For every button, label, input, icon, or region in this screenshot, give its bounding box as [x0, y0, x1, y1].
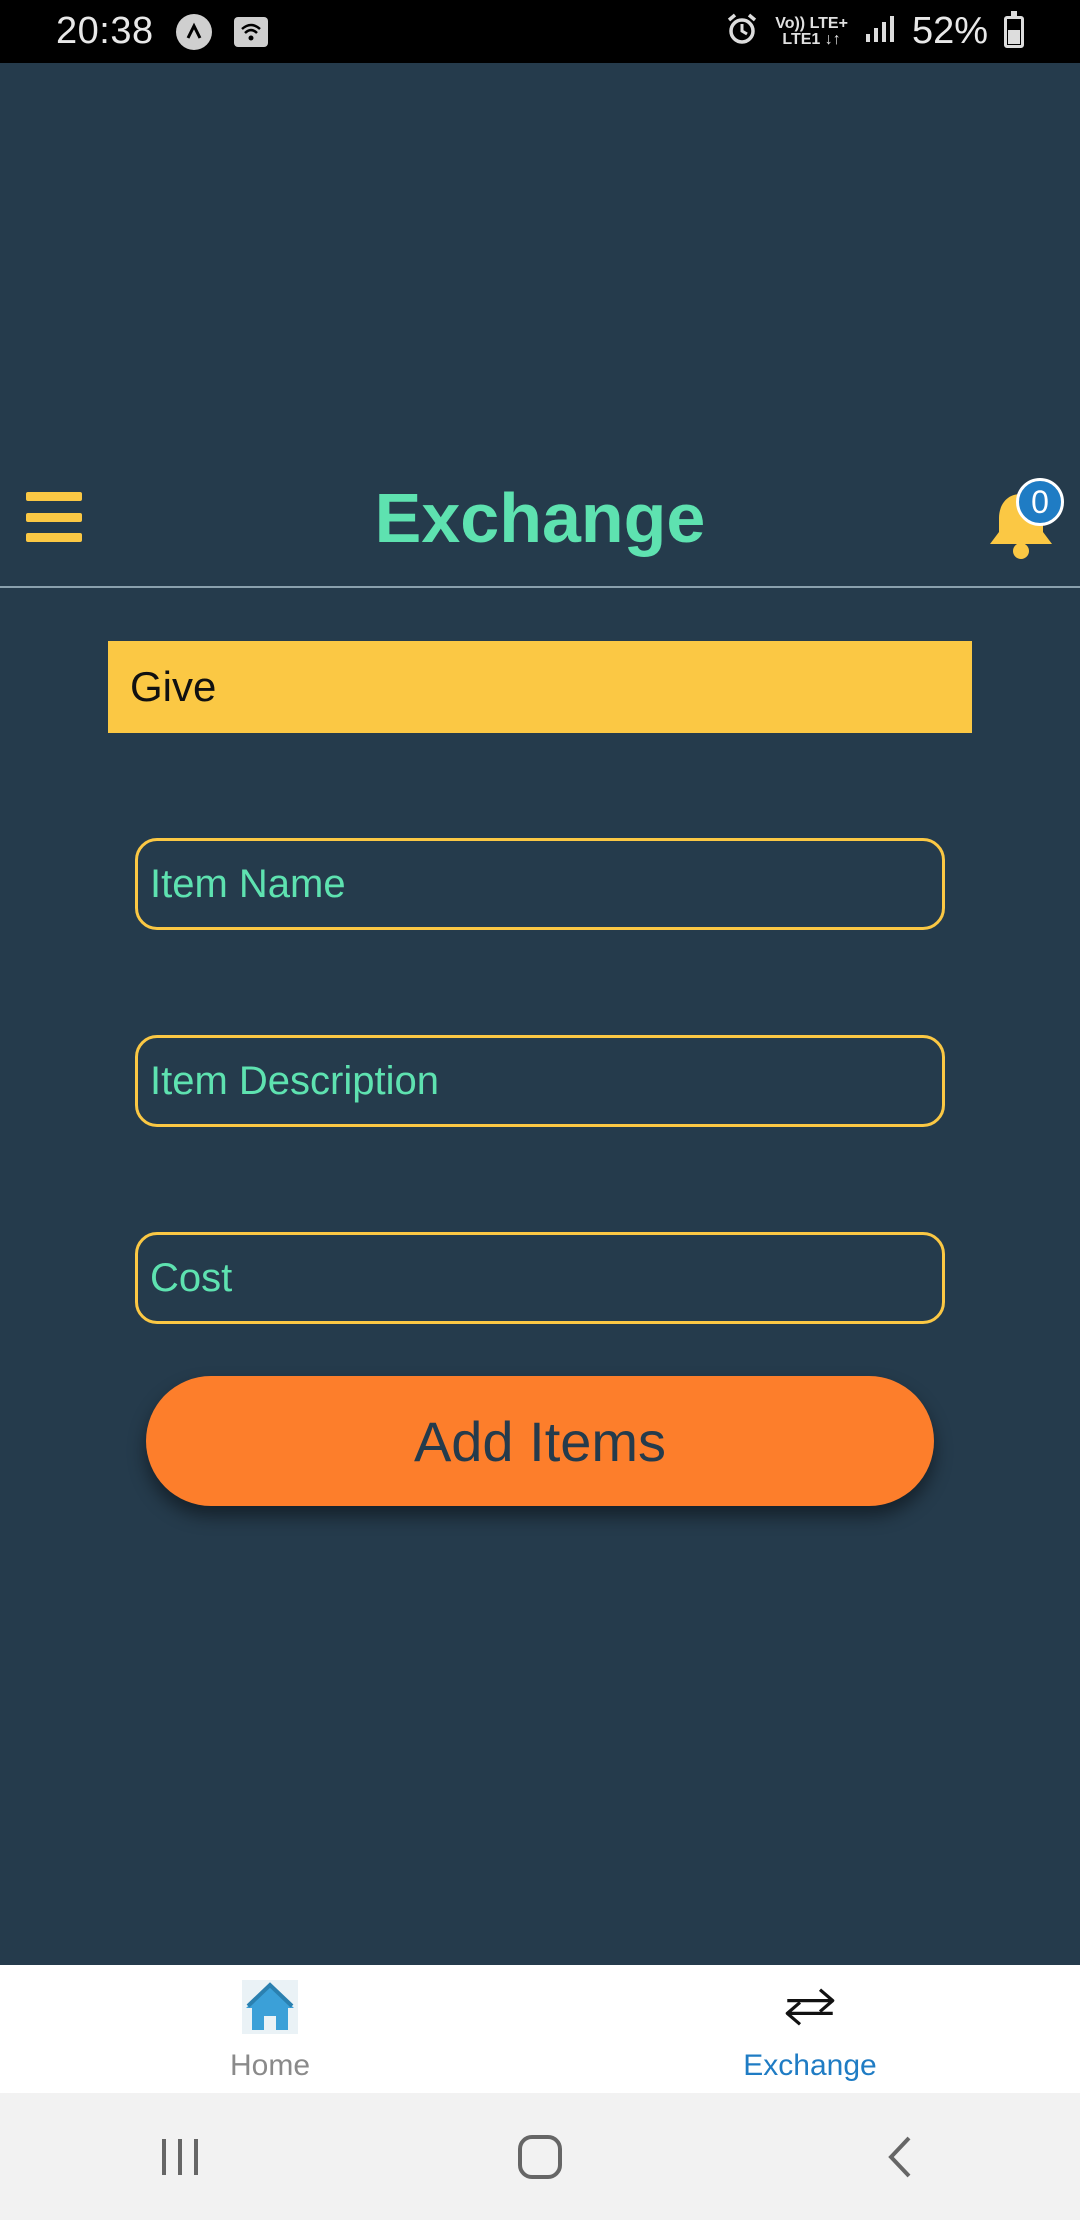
give-section-label: Give — [108, 641, 972, 733]
tab-home-label: Home — [229, 2049, 311, 2082]
bottom-tab-bar: Home Exchange — [0, 1965, 1080, 2093]
exchange-arrows-icon — [780, 1977, 840, 2037]
status-right: Vo)) LTE+ LTE1 ↓↑ 52% — [725, 10, 1024, 53]
back-button[interactable] — [860, 2117, 940, 2197]
screen: 20:38 Vo)) LTE+ LTE1 ↓↑ 52% Exchange 0 G… — [0, 0, 1080, 2220]
tab-exchange[interactable]: Exchange — [540, 1965, 1080, 2093]
battery-percent: 52% — [911, 10, 988, 52]
app-header: Exchange 0 — [0, 470, 1080, 588]
network-top: Vo)) LTE+ — [775, 14, 848, 32]
signal-icon — [864, 14, 896, 49]
status-time: 20:38 — [56, 10, 154, 52]
tab-exchange-label: Exchange — [743, 2049, 877, 2082]
item-name-input[interactable] — [135, 838, 945, 930]
notifications-button[interactable]: 0 — [986, 478, 1066, 568]
wifi-calling-icon — [233, 16, 268, 47]
item-description-input[interactable] — [135, 1035, 945, 1127]
status-bar: 20:38 Vo)) LTE+ LTE1 ↓↑ 52% — [0, 0, 1080, 63]
alarm-icon — [725, 12, 759, 51]
home-system-button[interactable] — [500, 2117, 580, 2197]
system-nav-bar — [0, 2093, 1080, 2220]
status-left: 20:38 — [56, 10, 268, 53]
network-bottom: LTE1 ↓↑ — [782, 30, 841, 48]
page-title: Exchange — [374, 479, 706, 557]
network-indicator: Vo)) LTE+ LTE1 ↓↑ — [775, 14, 848, 48]
cost-input[interactable] — [135, 1232, 945, 1324]
recent-apps-icon — [162, 2138, 198, 2175]
back-chevron-icon — [888, 2136, 911, 2177]
home-square-icon — [518, 2134, 562, 2179]
tab-home[interactable]: Home — [0, 1965, 540, 2093]
home-icon — [240, 1977, 300, 2037]
battery-icon — [1004, 10, 1024, 48]
notification-badge: 0 — [1016, 478, 1064, 526]
app-notification-icon — [175, 13, 212, 50]
recent-apps-button[interactable] — [140, 2117, 220, 2197]
add-items-button[interactable]: Add Items — [146, 1376, 934, 1506]
